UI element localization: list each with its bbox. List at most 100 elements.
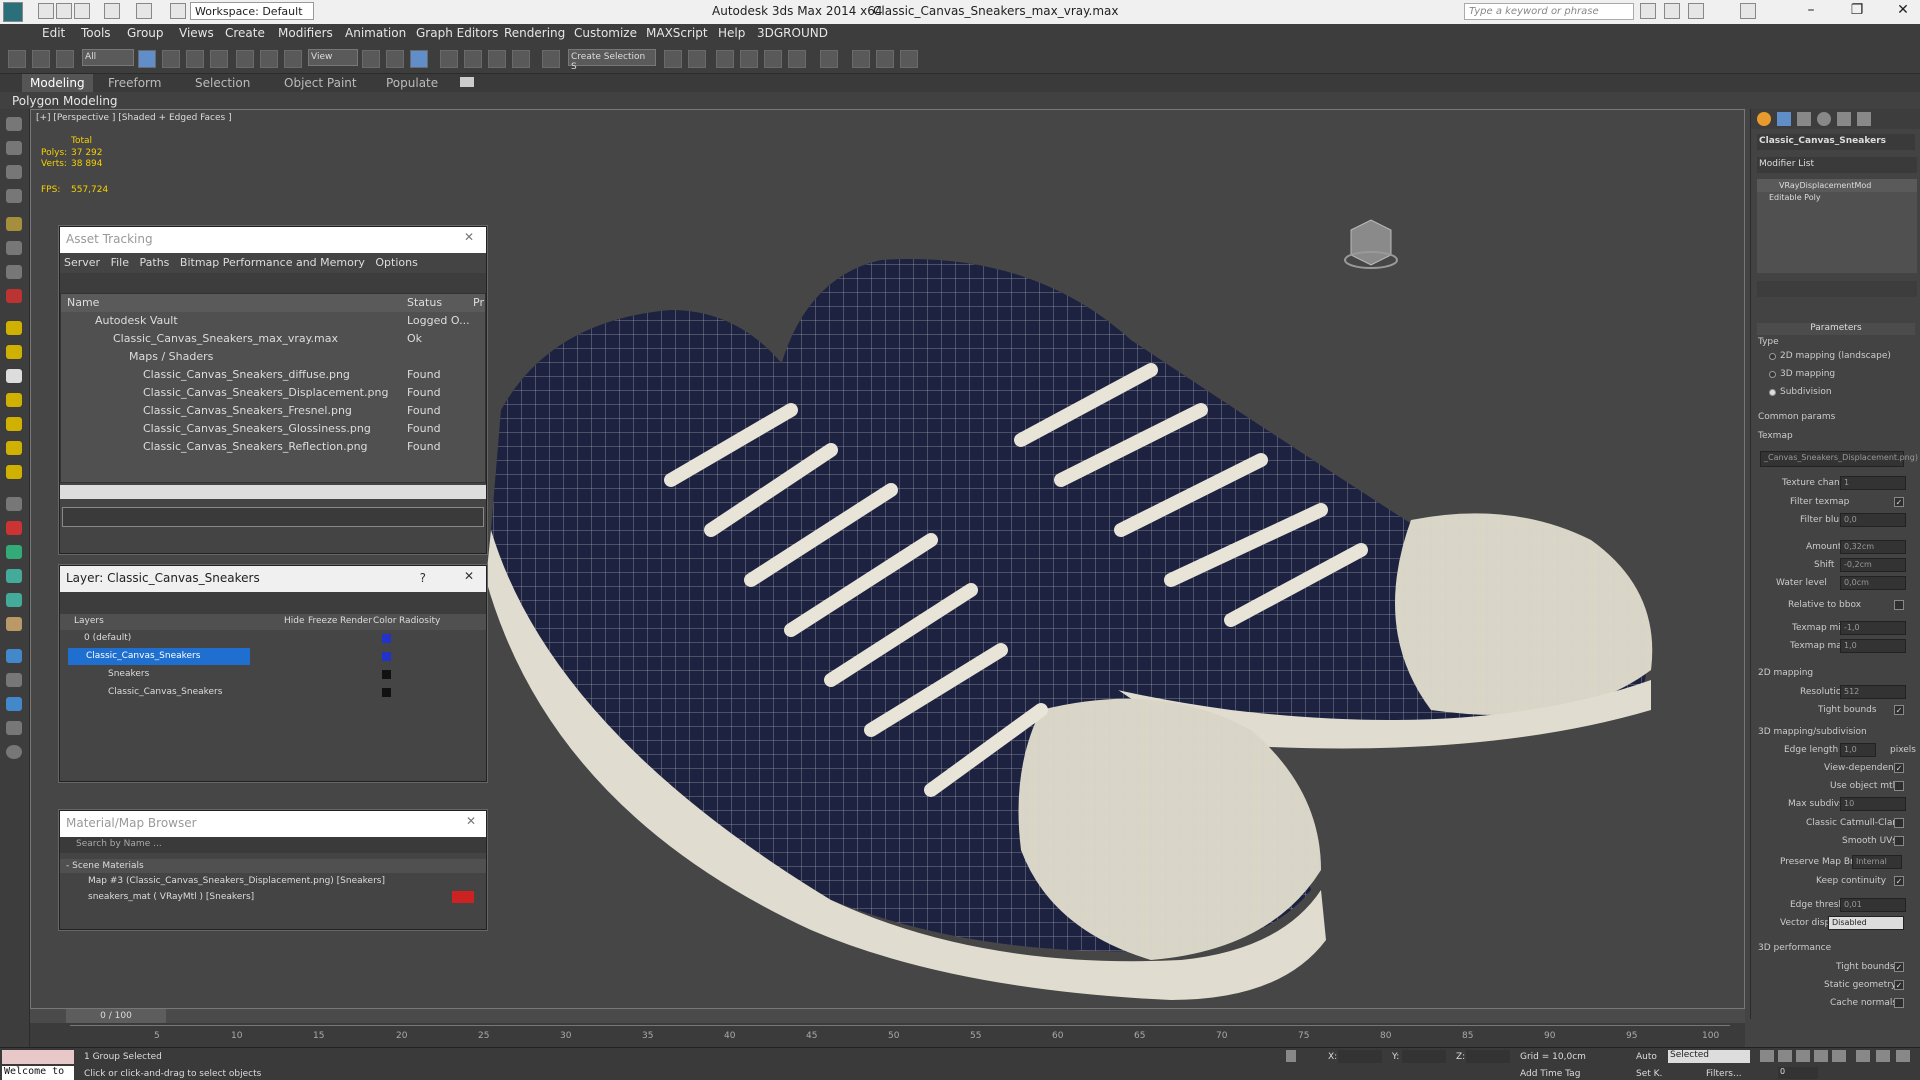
menu-group[interactable]: Group [127, 26, 164, 40]
pan-view-icon[interactable] [1876, 1050, 1890, 1062]
time-slider-track[interactable]: 0 / 100 [30, 1009, 1745, 1023]
tool-icon-23[interactable] [6, 673, 22, 687]
shift-input[interactable]: -0,2cm [1840, 558, 1906, 572]
material-browser-close-icon[interactable]: ✕ [466, 814, 476, 828]
layer-row[interactable]: Classic_Canvas_Sneakers [60, 684, 486, 702]
tab-modeling[interactable]: Modeling [22, 74, 93, 92]
col-freeze[interactable]: Freeze [308, 616, 337, 626]
cache-normals-checkbox[interactable] [1894, 998, 1904, 1008]
current-frame-input[interactable]: 0 [1778, 1067, 1818, 1079]
menu-tools[interactable]: Tools [81, 26, 111, 40]
rendered-frame-window-icon[interactable] [876, 50, 894, 68]
unlink-icon[interactable] [32, 50, 50, 68]
type-subdivision-radio[interactable] [1769, 389, 1776, 396]
amount-input[interactable]: 0,32cm [1840, 540, 1906, 554]
layer-help-icon[interactable]: ? [420, 571, 426, 585]
col-color[interactable]: Color [373, 616, 397, 626]
table-row[interactable]: Classic_Canvas_Sneakers_Glossiness.png Fo… [61, 420, 485, 438]
rotate-icon[interactable] [260, 50, 278, 68]
orbit-icon[interactable] [1896, 1050, 1910, 1062]
asset-path-field[interactable] [62, 507, 484, 527]
bind-space-warp-icon[interactable] [56, 50, 74, 68]
col-name[interactable]: Name [67, 296, 99, 309]
tool-icon-7[interactable] [6, 265, 22, 279]
mirror-icon[interactable] [664, 50, 682, 68]
align-icon[interactable] [688, 50, 706, 68]
tab-object-paint[interactable]: Object Paint [284, 76, 357, 90]
tool-icon-2[interactable] [6, 141, 22, 155]
list-item[interactable]: Map #3 (Classic_Canvas_Sneakers_Displace… [60, 873, 486, 889]
asset-tracking-titlebar[interactable]: Asset Tracking ✕ [60, 227, 486, 253]
time-slider[interactable]: 0 / 100 [66, 1009, 166, 1023]
tool-icon-3[interactable] [6, 165, 22, 179]
tool-icon-24[interactable] [6, 697, 22, 711]
timeline-ruler[interactable] [70, 1025, 1730, 1026]
z-coordinate-input[interactable] [1466, 1050, 1510, 1063]
tight-bounds2-checkbox[interactable]: ✓ [1894, 962, 1904, 972]
maxscript-mini-listener[interactable] [2, 1050, 74, 1064]
search-icon[interactable] [1640, 3, 1656, 19]
selection-filter-dropdown[interactable]: All [82, 49, 134, 66]
snaps-toggle-icon[interactable] [440, 50, 458, 68]
menu-views[interactable]: Views [179, 26, 214, 40]
col-render[interactable]: Render [340, 616, 372, 626]
tool-icon-4[interactable] [6, 189, 22, 203]
named-selection-dropdown[interactable]: Create Selection S [568, 49, 656, 72]
preserve-map-dropdown[interactable]: Internal [1852, 855, 1902, 869]
layer-row[interactable]: Sneakers [60, 666, 486, 684]
tool-icon-18[interactable] [6, 545, 22, 559]
tool-icon-8[interactable] [6, 289, 22, 303]
menu-graph-editors[interactable]: Graph Editors [416, 26, 498, 40]
menu-rendering[interactable]: Rendering [504, 26, 565, 40]
texmap-min-input[interactable]: -1,0 [1840, 621, 1906, 635]
percent-snap-icon[interactable] [488, 50, 506, 68]
x-coordinate-input[interactable] [1338, 1050, 1382, 1063]
tab-selection[interactable]: Selection [195, 76, 250, 90]
search-input[interactable]: Type a keyword or phrase [1464, 3, 1634, 20]
asset-menu-options[interactable]: Options [375, 256, 417, 269]
spinner-snap-icon[interactable] [512, 50, 530, 68]
parameters-rollout[interactable]: Parameters [1757, 323, 1915, 335]
asset-menu-file[interactable]: File [111, 256, 129, 269]
layer-color-swatch[interactable] [382, 652, 391, 661]
tool-icon-13[interactable] [6, 417, 22, 431]
layer-titlebar[interactable]: Layer: Classic_Canvas_Sneakers ? ✕ [60, 566, 486, 592]
open-file-icon[interactable] [56, 3, 72, 19]
resolution-input[interactable]: 512 [1840, 685, 1906, 699]
relative-bbox-checkbox[interactable] [1894, 600, 1904, 610]
stack-item-vray-displacement[interactable]: VRayDisplacementMod [1757, 179, 1917, 192]
filter-texmap-checkbox[interactable]: ✓ [1894, 497, 1904, 507]
tool-icon-10[interactable] [6, 345, 22, 359]
menu-modifiers[interactable]: Modifiers [278, 26, 333, 40]
tight-bounds-checkbox[interactable]: ✓ [1894, 705, 1904, 715]
asset-scrollbar[interactable] [60, 485, 486, 499]
hierarchy-tab-icon[interactable] [1797, 112, 1811, 126]
asset-menu-bitmap[interactable]: Bitmap Performance and Memory [180, 256, 365, 269]
type-2d-radio[interactable] [1769, 353, 1776, 360]
texmap-max-input[interactable]: 1,0 [1840, 639, 1906, 653]
texture-chan-input[interactable]: 1 [1840, 476, 1906, 490]
col-radiosity[interactable]: Radiosity [399, 616, 440, 626]
window-crossing-icon[interactable] [210, 50, 228, 68]
keep-continuity-checkbox[interactable]: ✓ [1894, 876, 1904, 886]
table-row[interactable]: Classic_Canvas_Sneakers_Displacement.png… [61, 384, 485, 402]
tool-icon-15[interactable] [6, 465, 22, 479]
select-link-icon[interactable] [8, 50, 26, 68]
layer-manager-icon[interactable] [716, 50, 734, 68]
material-browser-titlebar[interactable]: Material/Map Browser ✕ [60, 811, 486, 837]
asset-menu-server[interactable]: Server [64, 256, 100, 269]
modify-tab-icon[interactable] [1777, 112, 1791, 126]
edge-length-input[interactable]: 1,0 [1840, 743, 1876, 757]
workspace-dropdown[interactable]: Workspace: Default [190, 2, 314, 20]
menu-customize[interactable]: Customize [574, 26, 637, 40]
redo-icon[interactable] [136, 3, 152, 19]
type-3d-radio[interactable] [1769, 371, 1776, 378]
undo-icon[interactable] [104, 3, 120, 19]
scale-icon[interactable] [284, 50, 302, 68]
y-coordinate-input[interactable] [1402, 1050, 1446, 1063]
material-editor-icon[interactable] [820, 50, 838, 68]
menu-create[interactable]: Create [225, 26, 265, 40]
menu-help[interactable]: Help [718, 26, 745, 40]
texmap-button[interactable]: _Canvas_Sneakers_Displacement.png) [1760, 451, 1918, 467]
layer-color-swatch[interactable] [382, 688, 391, 697]
